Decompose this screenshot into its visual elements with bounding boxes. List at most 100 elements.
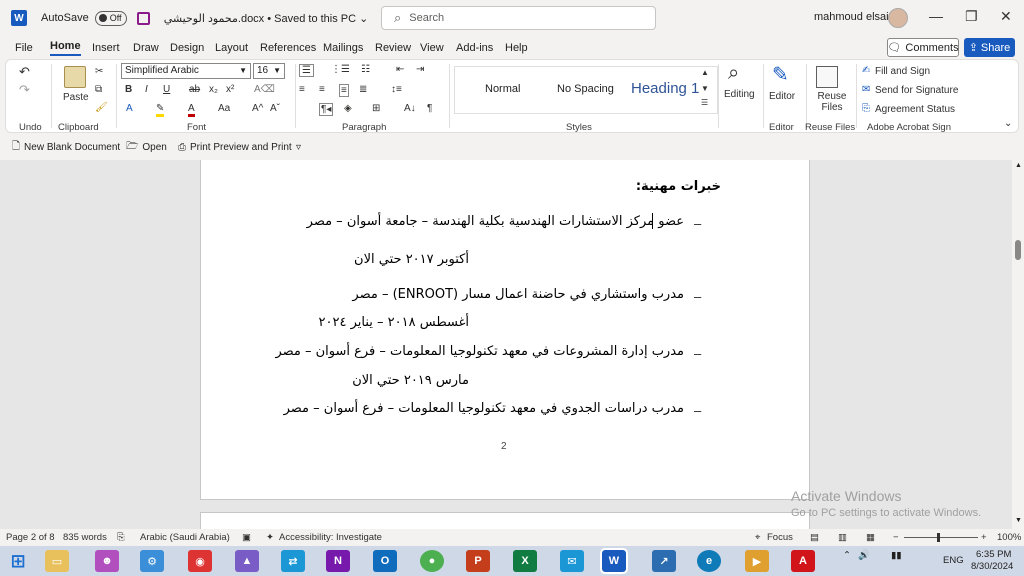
show-marks-icon[interactable]: ¶ bbox=[427, 103, 432, 114]
app-icon[interactable]: ▲ bbox=[235, 550, 259, 572]
undo-icon[interactable]: ↶ bbox=[19, 64, 30, 80]
tab-review[interactable]: Review bbox=[375, 42, 411, 54]
align-left-icon[interactable]: ≡ bbox=[299, 84, 305, 95]
bold-icon[interactable]: B bbox=[125, 84, 132, 95]
excel-icon[interactable]: X bbox=[513, 550, 537, 572]
word-taskbar-icon[interactable]: W bbox=[600, 548, 628, 574]
focus-mode-button[interactable]: Focus bbox=[767, 532, 793, 543]
tab-insert[interactable]: Insert bbox=[92, 42, 120, 54]
comments-button[interactable]: 🗨 Comments bbox=[887, 38, 959, 57]
tab-draw[interactable]: Draw bbox=[133, 42, 159, 54]
zoom-in-icon[interactable]: + bbox=[981, 532, 987, 543]
teamviewer-icon[interactable]: ⇄ bbox=[281, 550, 305, 572]
clear-formatting-icon[interactable]: A⌫ bbox=[254, 84, 275, 95]
word-count[interactable]: 835 words bbox=[63, 532, 107, 543]
volume-icon[interactable]: 🔊 bbox=[858, 550, 870, 561]
app-icon[interactable]: ☻ bbox=[95, 550, 119, 572]
zoom-slider[interactable] bbox=[904, 537, 978, 538]
tab-addins[interactable]: Add-ins bbox=[456, 42, 493, 54]
style-normal[interactable]: Normal bbox=[485, 83, 520, 95]
text-effects-icon[interactable]: A bbox=[126, 103, 133, 114]
underline-icon[interactable]: U bbox=[163, 84, 170, 95]
styles-scroll-down-icon[interactable]: ▼ bbox=[701, 84, 709, 93]
change-case-icon[interactable]: Aa bbox=[218, 103, 230, 114]
scroll-down-icon[interactable]: ▼ bbox=[1015, 517, 1022, 524]
onenote-icon[interactable]: N bbox=[326, 550, 350, 572]
rtl-icon[interactable]: ¶◂ bbox=[319, 103, 334, 116]
style-no-spacing[interactable]: No Spacing bbox=[557, 83, 614, 95]
zoom-out-icon[interactable]: − bbox=[893, 532, 899, 543]
share-button[interactable]: ⇪ Share bbox=[964, 38, 1015, 57]
app-icon[interactable]: ↗ bbox=[652, 550, 676, 572]
editor-icon[interactable]: ✎ bbox=[772, 62, 789, 87]
chat-icon[interactable]: ✉ bbox=[560, 550, 584, 572]
close-icon[interactable]: ✕ bbox=[1000, 8, 1012, 25]
paste-button[interactable]: Paste bbox=[63, 92, 89, 103]
autosave-toggle[interactable]: Off bbox=[94, 10, 127, 26]
customize-qat-icon[interactable]: ▿ bbox=[296, 142, 301, 153]
zoom-level[interactable]: 100% bbox=[997, 532, 1021, 543]
styles-scroll-up-icon[interactable]: ▲ bbox=[701, 68, 709, 77]
increase-indent-icon[interactable]: ⇥ bbox=[416, 64, 424, 75]
scroll-up-icon[interactable]: ▲ bbox=[1015, 162, 1022, 169]
copy-icon[interactable]: ⧉ bbox=[95, 84, 102, 95]
user-name[interactable]: mahmoud elsaid bbox=[814, 11, 895, 23]
editor-button[interactable]: Editor bbox=[769, 91, 795, 102]
tab-references[interactable]: References bbox=[260, 42, 316, 54]
reuse-files-icon[interactable] bbox=[816, 66, 838, 88]
outlook-icon[interactable]: O bbox=[373, 550, 397, 572]
edge-icon[interactable]: e bbox=[697, 550, 721, 572]
format-painter-icon[interactable]: 🖌 bbox=[95, 102, 108, 113]
avatar[interactable] bbox=[888, 8, 908, 28]
proofing-icon[interactable]: ⎘ bbox=[117, 532, 125, 543]
next-page[interactable] bbox=[200, 512, 810, 529]
tab-view[interactable]: View bbox=[420, 42, 444, 54]
reuse-files-button[interactable]: Reuse Files bbox=[812, 91, 852, 113]
align-right-icon[interactable]: ≡ bbox=[339, 84, 349, 97]
powerpoint-icon[interactable]: P bbox=[466, 550, 490, 572]
tab-design[interactable]: Design bbox=[170, 42, 204, 54]
tab-layout[interactable]: Layout bbox=[215, 42, 248, 54]
font-name-select[interactable]: Simplified Arabic ▼ bbox=[121, 63, 251, 79]
document-area[interactable]: خبرات مهنية: – عضو مركز الاستشارات الهند… bbox=[0, 160, 1012, 529]
tab-file[interactable]: File bbox=[15, 42, 33, 54]
shading-icon[interactable]: ◈ bbox=[344, 103, 352, 114]
decrease-indent-icon[interactable]: ⇤ bbox=[396, 64, 404, 75]
print-preview-button[interactable]: ⎙ Print Preview and Print bbox=[178, 142, 292, 153]
send-signature-button[interactable]: Send for Signature bbox=[875, 85, 958, 96]
font-size-select[interactable]: 16 ▼ bbox=[253, 63, 285, 79]
open-button[interactable]: 🗁 Open bbox=[126, 139, 167, 156]
cut-icon[interactable]: ✂ bbox=[95, 66, 103, 77]
tab-home[interactable]: Home bbox=[50, 40, 81, 56]
tab-help[interactable]: Help bbox=[505, 42, 528, 54]
fill-sign-button[interactable]: Fill and Sign bbox=[875, 66, 930, 77]
align-center-icon[interactable]: ≡ bbox=[319, 84, 325, 95]
minimize-icon[interactable]: — bbox=[929, 8, 943, 24]
track-icon[interactable]: ▣ bbox=[242, 532, 251, 543]
file-explorer-icon[interactable]: ▭ bbox=[45, 550, 69, 572]
page-count[interactable]: Page 2 of 8 bbox=[6, 532, 55, 543]
clock-time[interactable]: 6:35 PM bbox=[976, 549, 1011, 560]
collapse-ribbon-icon[interactable]: ⌄ bbox=[1004, 118, 1012, 129]
input-language[interactable]: ENG bbox=[943, 555, 964, 566]
app-icon[interactable]: ▶ bbox=[745, 550, 769, 572]
superscript-icon[interactable]: x² bbox=[226, 84, 234, 95]
find-icon[interactable]: ⌕ bbox=[728, 62, 739, 85]
network-icon[interactable]: ▮▮ bbox=[891, 550, 901, 561]
windows-start-icon[interactable]: ⊞ bbox=[6, 550, 30, 572]
language-status[interactable]: Arabic (Saudi Arabia) bbox=[140, 532, 230, 543]
subscript-icon[interactable]: x₂ bbox=[209, 84, 218, 95]
multilevel-list-icon[interactable]: ☷ bbox=[361, 64, 370, 75]
acrobat-icon[interactable]: A bbox=[791, 550, 815, 572]
read-mode-icon[interactable]: ▤ bbox=[810, 532, 819, 543]
numbering-icon[interactable]: ⋮☰ bbox=[331, 64, 350, 75]
strikethrough-icon[interactable]: ab bbox=[189, 84, 200, 95]
tab-mailings[interactable]: Mailings bbox=[323, 42, 363, 54]
paste-icon[interactable] bbox=[64, 66, 86, 88]
shrink-font-icon[interactable]: Aˇ bbox=[270, 103, 280, 114]
web-layout-icon[interactable]: ▦ bbox=[866, 532, 875, 543]
app-icon[interactable]: ⚙ bbox=[140, 550, 164, 572]
document-page[interactable]: خبرات مهنية: – عضو مركز الاستشارات الهند… bbox=[200, 160, 810, 500]
chrome-icon[interactable]: ● bbox=[420, 550, 444, 572]
bullets-icon[interactable]: ☰ bbox=[299, 64, 314, 77]
